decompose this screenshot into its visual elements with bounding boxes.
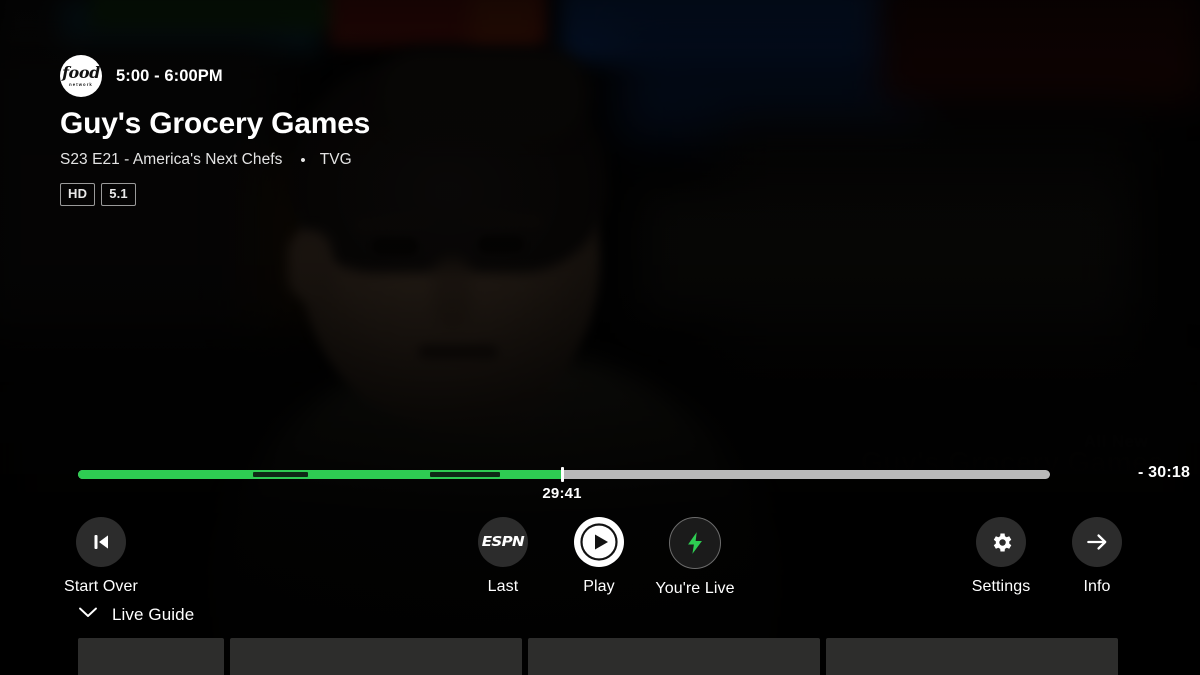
current-time-label: 29:41 bbox=[542, 485, 582, 502]
live-guide-label: Live Guide bbox=[112, 605, 195, 624]
food-network-logo-icon: food network bbox=[60, 55, 102, 97]
rating-text: TVG bbox=[319, 151, 352, 169]
chevron-down-icon bbox=[78, 606, 98, 624]
last-label: Last bbox=[487, 578, 519, 595]
espn-logo-icon: ESPN bbox=[478, 517, 528, 567]
logo-wordmark: food bbox=[62, 63, 100, 83]
skip-to-start-icon bbox=[76, 517, 126, 567]
meta-separator: • bbox=[300, 151, 306, 169]
play-label: Play bbox=[583, 578, 615, 595]
ad-marker bbox=[252, 472, 309, 477]
progress-area: 29:41 - 30:18 bbox=[78, 464, 1190, 502]
program-header: food network 5:00 - 6:00PM Guy's Grocery… bbox=[60, 55, 370, 206]
play-icon bbox=[574, 517, 624, 567]
player-overlay: food network 5:00 - 6:00PM Guy's Grocery… bbox=[0, 0, 1200, 675]
badge-audio: 5.1 bbox=[101, 183, 136, 206]
info-label: Info bbox=[1083, 578, 1111, 595]
youre-live-label: You're Live bbox=[655, 580, 735, 597]
channel-and-time-row: food network 5:00 - 6:00PM bbox=[60, 55, 370, 97]
guide-card[interactable] bbox=[826, 638, 1118, 675]
remaining-time-label: - 30:18 bbox=[1138, 464, 1191, 481]
settings-label: Settings bbox=[971, 578, 1031, 595]
tv-player-screen: All New Guy's Grocery Games food network… bbox=[0, 0, 1200, 675]
format-badges: HD 5.1 bbox=[60, 183, 370, 206]
episode-text: S23 E21 - America's Next Chefs bbox=[60, 151, 283, 169]
gear-icon bbox=[976, 517, 1026, 567]
guide-card[interactable] bbox=[230, 638, 522, 675]
live-guide-toggle[interactable]: Live Guide bbox=[78, 605, 194, 625]
episode-meta-row: S23 E21 - America's Next Chefs • TVG bbox=[60, 151, 370, 169]
guide-card[interactable] bbox=[528, 638, 820, 675]
ad-marker bbox=[429, 472, 500, 477]
live-guide-card-strip bbox=[78, 638, 1118, 675]
lightning-bolt-icon bbox=[669, 517, 721, 569]
guide-card[interactable] bbox=[78, 638, 224, 675]
playhead-handle[interactable] bbox=[560, 467, 564, 482]
logo-subwordmark: network bbox=[69, 82, 93, 88]
arrow-right-icon bbox=[1072, 517, 1122, 567]
program-title: Guy's Grocery Games bbox=[60, 107, 371, 140]
badge-hd: HD bbox=[60, 183, 96, 206]
start-over-label: Start Over bbox=[64, 578, 138, 595]
progress-track[interactable]: 29:41 bbox=[78, 467, 1050, 502]
airtime-text: 5:00 - 6:00PM bbox=[116, 66, 223, 85]
